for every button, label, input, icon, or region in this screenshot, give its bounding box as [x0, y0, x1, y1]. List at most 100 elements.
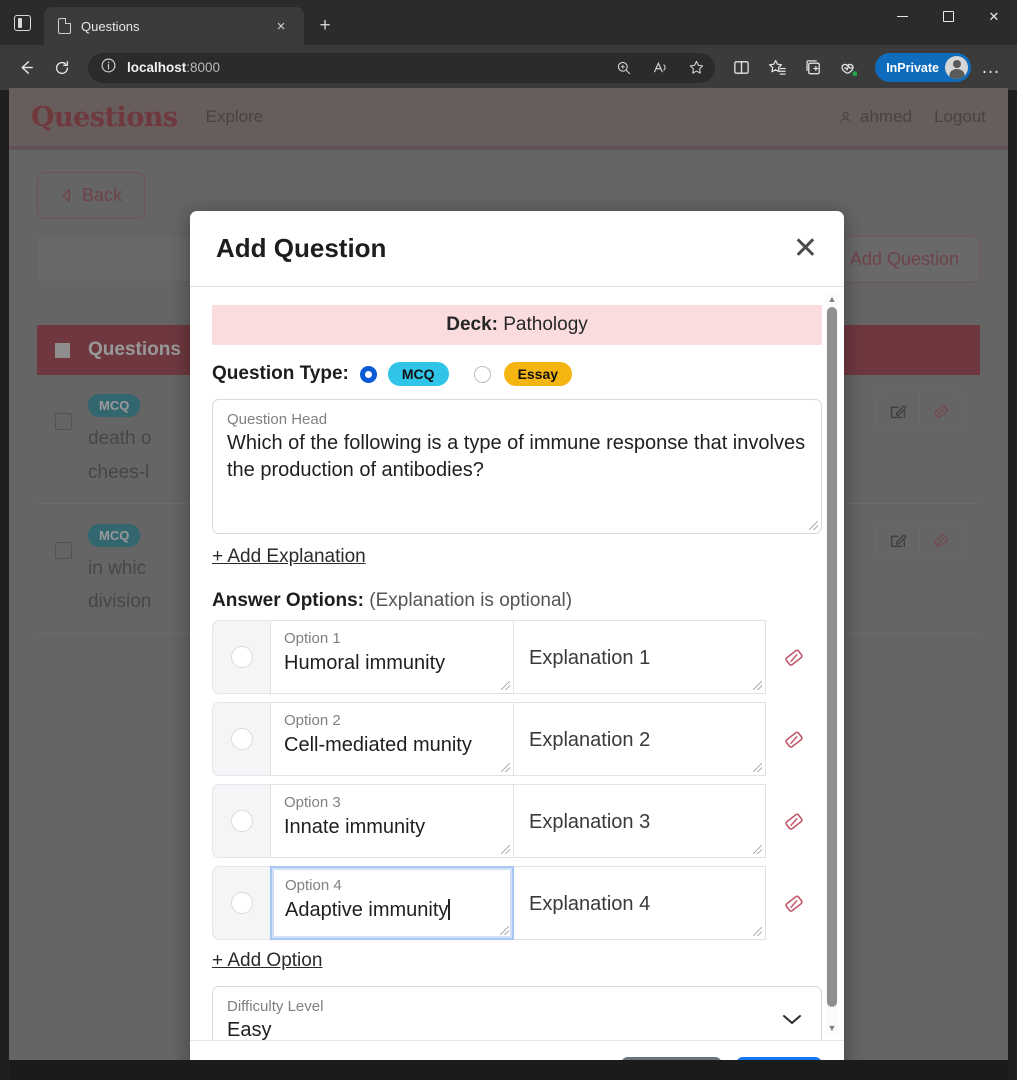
radio-option-3[interactable] [231, 810, 253, 832]
resize-grip[interactable] [500, 926, 509, 935]
modal-title: Add Question [216, 233, 386, 264]
eraser-icon [782, 809, 806, 833]
close-icon[interactable]: ✕ [793, 234, 818, 264]
option-3-value: Innate immunity [284, 814, 500, 841]
browser-tab[interactable]: Questions × [44, 7, 304, 45]
back-arrow-icon[interactable] [10, 52, 42, 84]
page-viewport: Questions Explore ahmed Logout Back Add … [9, 88, 1008, 1060]
option-2-placeholder: Option 2 [284, 712, 341, 729]
option-2-explanation-input[interactable]: Explanation 2 [514, 702, 766, 776]
resize-grip[interactable] [809, 521, 818, 530]
star-icon[interactable] [683, 55, 709, 81]
favorites-icon[interactable] [761, 52, 793, 84]
difficulty-label: Difficulty Level [227, 998, 807, 1015]
resize-grip[interactable] [753, 763, 762, 772]
minimize-button[interactable] [879, 0, 925, 33]
option-3-input[interactable]: Option 3 Innate immunity [270, 784, 514, 858]
option-select-rail[interactable] [212, 702, 270, 776]
option-3-explanation-placeholder: Explanation 3 [529, 809, 650, 836]
maximize-button[interactable] [925, 0, 971, 33]
close-tab-icon[interactable]: × [268, 13, 294, 39]
radio-mcq[interactable] [360, 366, 377, 383]
deck-label: Deck: [446, 314, 498, 335]
avatar [945, 56, 968, 79]
eraser-icon [782, 727, 806, 751]
radio-essay[interactable] [474, 366, 491, 383]
resize-grip[interactable] [753, 927, 762, 936]
close-window-button[interactable]: ✕ [971, 0, 1017, 33]
option-3-placeholder: Option 3 [284, 794, 341, 811]
answer-options-heading: Answer Options: (Explanation is optional… [212, 590, 822, 612]
sidebar-icon [14, 15, 31, 31]
resize-grip[interactable] [753, 681, 762, 690]
question-type-row: Question Type: MCQ Essay [212, 362, 822, 386]
option-2-input[interactable]: Option 2 Cell-mediated munity [270, 702, 514, 776]
url-host: localhost [127, 60, 186, 75]
option-1-explanation-placeholder: Explanation 1 [529, 645, 650, 672]
delete-option-4-button[interactable] [766, 866, 822, 940]
new-tab-button[interactable]: + [312, 13, 338, 39]
question-type-label: Question Type: [212, 363, 349, 385]
option-4-input[interactable]: Option 4 Adaptive immunity [270, 866, 514, 940]
chevron-down-icon[interactable] [781, 1012, 803, 1031]
option-4-placeholder: Option 4 [285, 877, 342, 894]
delete-option-2-button[interactable] [766, 702, 822, 776]
option-row: Option 1 Humoral immunity Explanation 1 [212, 620, 822, 694]
inprivate-profile-button[interactable]: InPrivate [875, 53, 971, 82]
option-row: Option 3 Innate immunity Explanation 3 [212, 784, 822, 858]
resize-grip[interactable] [501, 763, 510, 772]
difficulty-level-select[interactable]: Difficulty Level Easy [212, 986, 822, 1040]
badge-mcq[interactable]: MCQ [388, 362, 449, 386]
add-option-link[interactable]: + Add Option [212, 950, 322, 972]
question-head-value: Which of the following is a type of immu… [227, 430, 807, 484]
text-cursor [448, 899, 450, 920]
radio-option-2[interactable] [231, 728, 253, 750]
option-4-explanation-input[interactable]: Explanation 4 [514, 866, 766, 940]
read-aloud-icon[interactable] [647, 55, 673, 81]
split-screen-icon[interactable] [725, 52, 757, 84]
option-row: Option 2 Cell-mediated munity Explanatio… [212, 702, 822, 776]
browser-window: Questions × + ✕ localhost:8000 [0, 0, 1017, 1080]
answer-options-label: Answer Options: [212, 590, 364, 611]
browser-essentials-icon[interactable] [833, 52, 865, 84]
info-icon[interactable] [100, 57, 117, 79]
tab-actions-button[interactable] [0, 0, 44, 45]
scroll-down-icon[interactable]: ▼ [827, 1023, 837, 1033]
collections-icon[interactable] [797, 52, 829, 84]
modal-footer: Close Add [190, 1040, 844, 1060]
deck-name: Pathology [503, 314, 588, 335]
address-bar[interactable]: localhost:8000 [88, 53, 715, 83]
reload-icon[interactable] [46, 52, 78, 84]
option-row: Option 4 Adaptive immunity Explanation 4 [212, 866, 822, 940]
zoom-icon[interactable] [611, 55, 637, 81]
resize-grip[interactable] [501, 681, 510, 690]
resize-grip[interactable] [753, 845, 762, 854]
delete-option-1-button[interactable] [766, 620, 822, 694]
eraser-icon [782, 891, 806, 915]
radio-option-4[interactable] [231, 892, 253, 914]
question-head-field[interactable]: Question Head Which of the following is … [212, 399, 822, 534]
add-explanation-link[interactable]: + Add Explanation [212, 546, 366, 568]
eraser-icon [782, 645, 806, 669]
option-1-explanation-input[interactable]: Explanation 1 [514, 620, 766, 694]
resize-grip[interactable] [501, 845, 510, 854]
option-select-rail[interactable] [212, 866, 270, 940]
option-select-rail[interactable] [212, 620, 270, 694]
scroll-up-icon[interactable]: ▲ [827, 294, 837, 304]
option-select-rail[interactable] [212, 784, 270, 858]
modal-scrollbar[interactable]: ▲ ▼ [825, 293, 839, 1034]
modal-body: Deck: Pathology Question Type: MCQ Essay… [190, 287, 844, 1040]
browser-toolbar: localhost:8000 InPrivate … [0, 45, 1017, 90]
window-controls: ✕ [879, 0, 1017, 33]
option-1-input[interactable]: Option 1 Humoral immunity [270, 620, 514, 694]
add-question-modal: Add Question ✕ Deck: Pathology Question … [190, 211, 844, 1060]
more-settings-icon[interactable]: … [975, 52, 1007, 84]
badge-essay[interactable]: Essay [504, 362, 572, 386]
delete-option-3-button[interactable] [766, 784, 822, 858]
radio-option-1[interactable] [231, 646, 253, 668]
option-3-explanation-input[interactable]: Explanation 3 [514, 784, 766, 858]
option-2-explanation-placeholder: Explanation 2 [529, 727, 650, 754]
difficulty-value: Easy [227, 1017, 807, 1040]
scrollbar-thumb[interactable] [827, 307, 837, 1007]
status-bar [9, 1060, 1008, 1080]
